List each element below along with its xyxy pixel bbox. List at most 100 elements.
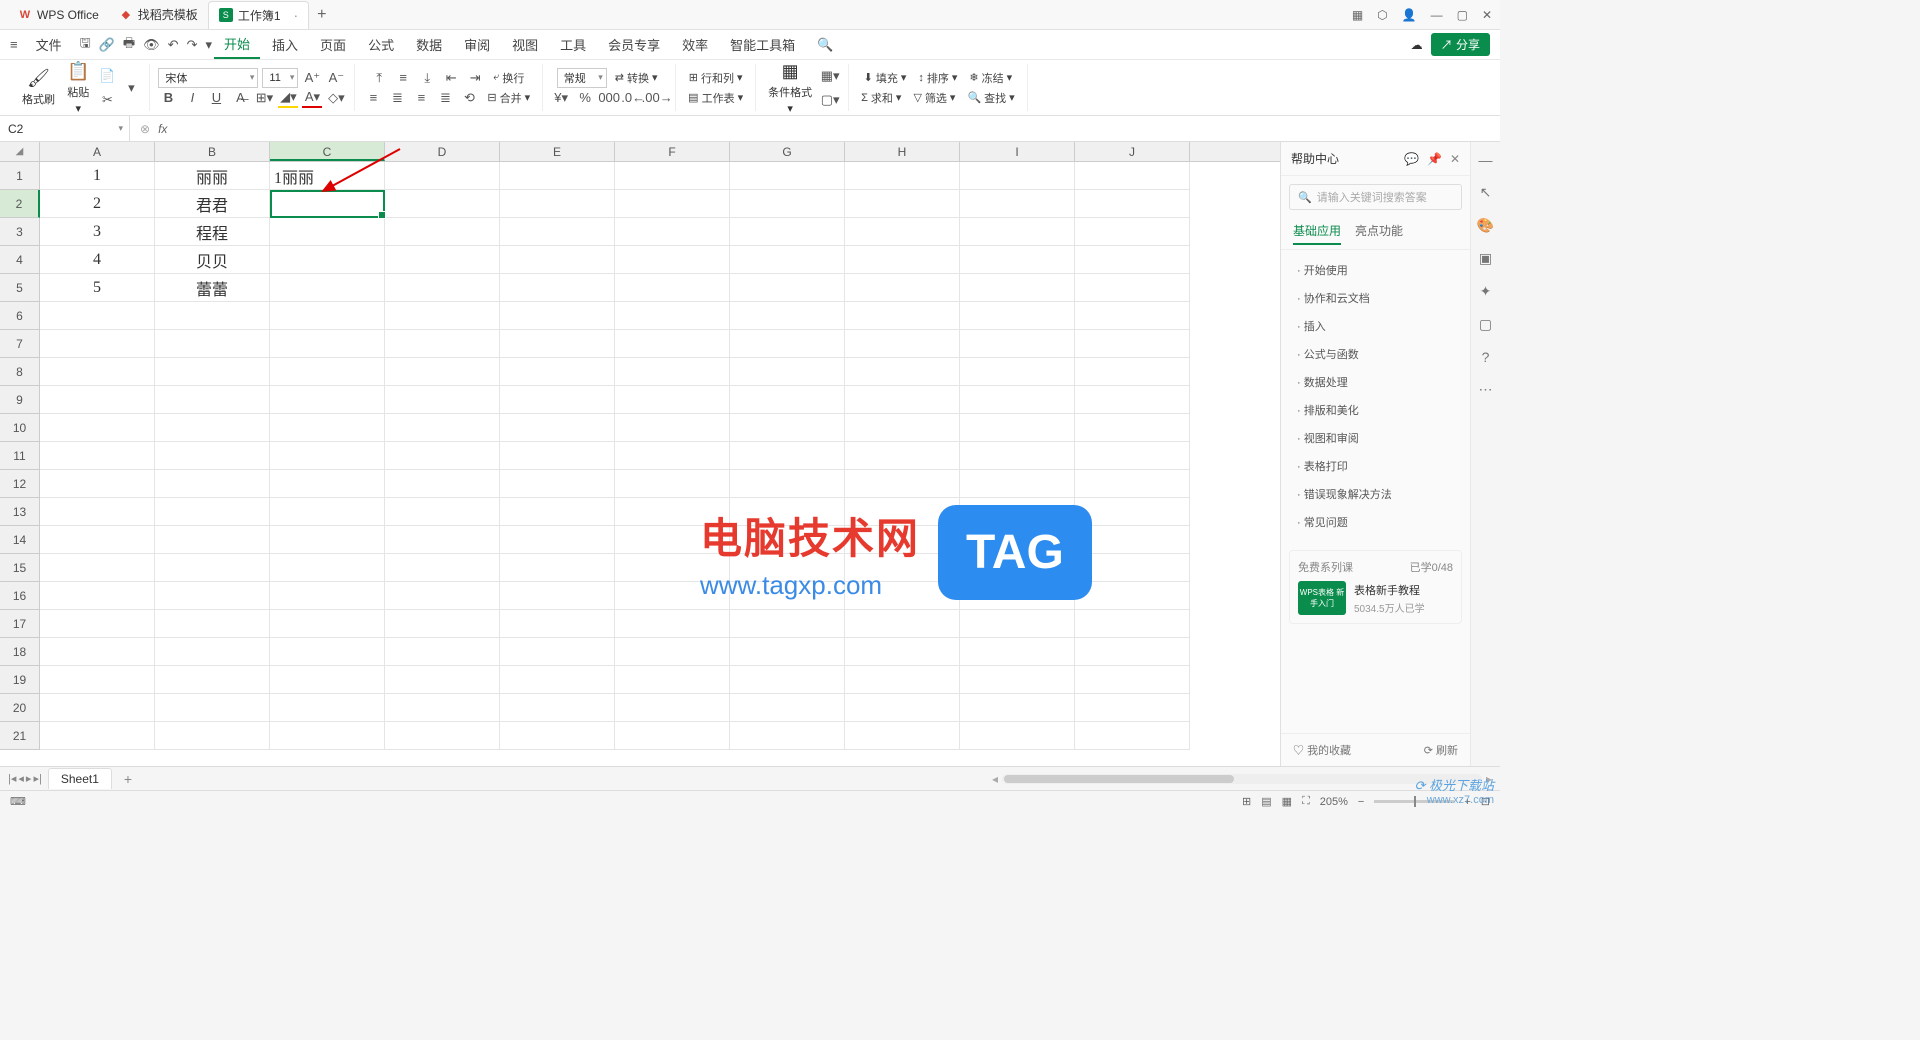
cell-H5[interactable]	[845, 274, 960, 302]
row-header-14[interactable]: 14	[0, 526, 40, 554]
cell-D4[interactable]	[385, 246, 500, 274]
cell-C4[interactable]	[270, 246, 385, 274]
cond-format-button[interactable]: ▦条件格式▾	[764, 61, 816, 115]
menu-insert[interactable]: 插入	[262, 31, 308, 58]
align-bottom-icon[interactable]: ⤓	[417, 68, 437, 88]
cell-J1[interactable]	[1075, 162, 1190, 190]
merge-button[interactable]: ⊟合并▾	[483, 88, 534, 108]
cell-F5[interactable]	[615, 274, 730, 302]
zoom-slider[interactable]	[1374, 800, 1454, 803]
view-normal-icon[interactable]: ⊞	[1242, 795, 1251, 808]
italic-icon[interactable]: I	[182, 88, 202, 108]
cell-J17[interactable]	[1075, 610, 1190, 638]
effects-icon[interactable]: ◇▾	[326, 88, 346, 108]
cell-A15[interactable]	[40, 554, 155, 582]
cell-H3[interactable]	[845, 218, 960, 246]
cell-G13[interactable]	[730, 498, 845, 526]
cell-C2[interactable]	[270, 190, 385, 218]
cell-B11[interactable]	[155, 442, 270, 470]
wrap-text-button[interactable]: ⤶换行	[489, 68, 528, 88]
currency-icon[interactable]: ¥▾	[551, 88, 571, 108]
cell-J11[interactable]	[1075, 442, 1190, 470]
help-item[interactable]: 开始使用	[1281, 256, 1470, 284]
tab-workbook[interactable]: S 工作簿1 ·	[208, 1, 309, 29]
cell-J18[interactable]	[1075, 638, 1190, 666]
cell-C13[interactable]	[270, 498, 385, 526]
cell-F9[interactable]	[615, 386, 730, 414]
cell-G10[interactable]	[730, 414, 845, 442]
cell-C1[interactable]: 1丽丽	[270, 162, 385, 190]
fx-label[interactable]: fx	[158, 122, 167, 136]
cell-A11[interactable]	[40, 442, 155, 470]
cell-I13[interactable]	[960, 498, 1075, 526]
row-header-7[interactable]: 7	[0, 330, 40, 358]
cell-I17[interactable]	[960, 610, 1075, 638]
window-layout-icon[interactable]: ▦	[1352, 8, 1363, 22]
paste-button[interactable]: 📋粘贴▾	[63, 61, 93, 115]
more-icon[interactable]: ⋯	[1479, 381, 1493, 398]
zoom-fit-icon[interactable]: ⊡	[1481, 795, 1490, 808]
library-icon[interactable]: ▢	[1479, 316, 1492, 333]
add-sheet-button[interactable]: +	[118, 771, 138, 787]
tab-wps-home[interactable]: W WPS Office	[8, 1, 109, 29]
row-header-16[interactable]: 16	[0, 582, 40, 610]
cell-F1[interactable]	[615, 162, 730, 190]
cell-F18[interactable]	[615, 638, 730, 666]
cell-D13[interactable]	[385, 498, 500, 526]
row-header-8[interactable]: 8	[0, 358, 40, 386]
row-header-19[interactable]: 19	[0, 666, 40, 694]
cell-E17[interactable]	[500, 610, 615, 638]
cell-B15[interactable]	[155, 554, 270, 582]
cell-D3[interactable]	[385, 218, 500, 246]
cell-H16[interactable]	[845, 582, 960, 610]
cell-F2[interactable]	[615, 190, 730, 218]
col-header-F[interactable]: F	[615, 142, 730, 161]
cell-E11[interactable]	[500, 442, 615, 470]
cell-C12[interactable]	[270, 470, 385, 498]
cell-E15[interactable]	[500, 554, 615, 582]
cell-I20[interactable]	[960, 694, 1075, 722]
cell-J14[interactable]	[1075, 526, 1190, 554]
chevron-down-icon[interactable]: ▾	[205, 37, 212, 53]
fill-color-icon[interactable]: ◢▾	[278, 88, 298, 108]
cell-C17[interactable]	[270, 610, 385, 638]
cell-A7[interactable]	[40, 330, 155, 358]
col-header-J[interactable]: J	[1075, 142, 1190, 161]
row-header-13[interactable]: 13	[0, 498, 40, 526]
cell-D12[interactable]	[385, 470, 500, 498]
cell-D11[interactable]	[385, 442, 500, 470]
percent-icon[interactable]: %	[575, 88, 595, 108]
col-header-B[interactable]: B	[155, 142, 270, 161]
cell-B21[interactable]	[155, 722, 270, 750]
cell-J8[interactable]	[1075, 358, 1190, 386]
cell-G1[interactable]	[730, 162, 845, 190]
format-brush-button[interactable]: 🖌格式刷	[18, 68, 59, 107]
cell-I16[interactable]	[960, 582, 1075, 610]
cell-B20[interactable]	[155, 694, 270, 722]
cell-I8[interactable]	[960, 358, 1075, 386]
tab-template[interactable]: ◆ 找稻壳模板	[109, 1, 208, 29]
help-item[interactable]: 视图和审阅	[1281, 424, 1470, 452]
cell-A18[interactable]	[40, 638, 155, 666]
cell-F19[interactable]	[615, 666, 730, 694]
comma-icon[interactable]: 000	[599, 88, 619, 108]
help-item[interactable]: 数据处理	[1281, 368, 1470, 396]
cell-B16[interactable]	[155, 582, 270, 610]
underline-icon[interactable]: U	[206, 88, 226, 108]
cell-J5[interactable]	[1075, 274, 1190, 302]
cell-D10[interactable]	[385, 414, 500, 442]
cell-J7[interactable]	[1075, 330, 1190, 358]
cell-F7[interactable]	[615, 330, 730, 358]
cell-C21[interactable]	[270, 722, 385, 750]
help-icon[interactable]: ?	[1482, 349, 1490, 365]
decrease-font-icon[interactable]: A⁻	[326, 68, 346, 88]
tab-add-button[interactable]: +	[309, 6, 334, 24]
cell-C10[interactable]	[270, 414, 385, 442]
cut-icon[interactable]: ✂	[97, 90, 117, 110]
cell-G14[interactable]	[730, 526, 845, 554]
cell-D6[interactable]	[385, 302, 500, 330]
cell-H9[interactable]	[845, 386, 960, 414]
cell-J13[interactable]	[1075, 498, 1190, 526]
col-header-A[interactable]: A	[40, 142, 155, 161]
cell-C8[interactable]	[270, 358, 385, 386]
